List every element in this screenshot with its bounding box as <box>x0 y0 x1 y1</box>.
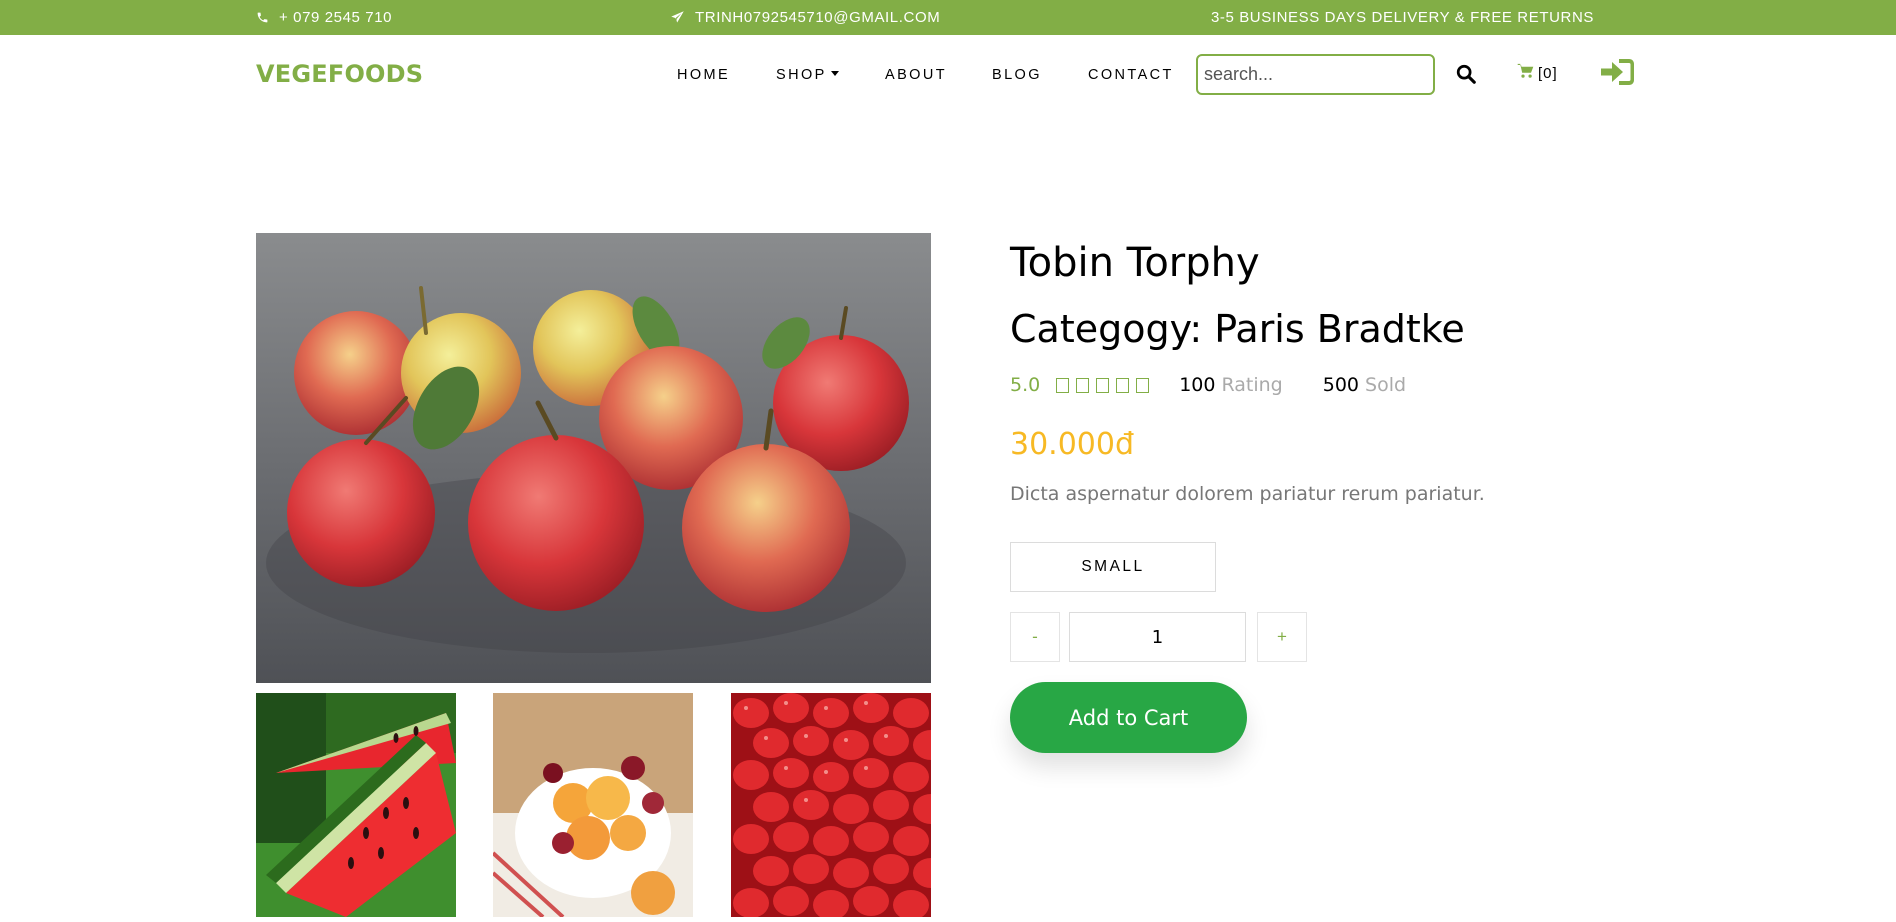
add-to-cart-button[interactable]: Add to Cart <box>1010 682 1247 753</box>
star-icon <box>1116 377 1130 393</box>
search-button[interactable] <box>1452 62 1480 90</box>
star-icon <box>1076 377 1090 393</box>
star-icon <box>1096 377 1110 393</box>
product-main-image <box>256 233 931 683</box>
paper-plane-icon <box>670 10 685 25</box>
thumbnail-watermelon[interactable] <box>256 693 456 917</box>
rating-score: 5.0 <box>1010 374 1041 396</box>
rating-count: 100 <box>1179 374 1216 396</box>
star-icon <box>1056 377 1070 393</box>
product-description: Dicta aspernatur dolorem pariatur rerum … <box>1010 483 1485 505</box>
rating-row: 5.0 100 Rating 500 Sold <box>1010 374 1406 396</box>
sold-count: 500 <box>1322 374 1360 396</box>
search-icon <box>1455 63 1477 89</box>
product-category: Categogy: Paris Bradtke <box>1010 307 1465 351</box>
nav-shop[interactable]: SHOP <box>776 67 839 83</box>
size-select[interactable]: SMALL <box>1010 542 1216 592</box>
thumbnail-strawberries[interactable] <box>731 693 931 917</box>
shipping-text: 3-5 BUSINESS DAYS DELIVERY & FREE RETURN… <box>1210 9 1594 26</box>
quantity-input[interactable] <box>1069 612 1246 662</box>
search-input[interactable] <box>1196 54 1435 95</box>
login-button[interactable] <box>1601 58 1635 90</box>
email-address: TRINH0792545710@GMAIL.COM <box>695 9 941 26</box>
topbar-phone: + 079 2545 710 <box>256 0 392 35</box>
sign-in-icon <box>1601 59 1635 90</box>
product-price: 30.000đ <box>1010 427 1135 462</box>
nav-blog[interactable]: BLOG <box>992 67 1042 83</box>
nav-home[interactable]: HOME <box>677 67 730 83</box>
brand-logo[interactable]: VEGEFOODS <box>256 60 423 88</box>
cart-count: [0] <box>1538 64 1558 82</box>
phone-icon <box>256 11 269 24</box>
sold-label: Sold <box>1365 374 1407 396</box>
star-rating <box>1056 377 1150 393</box>
caret-down-icon <box>830 71 839 77</box>
rating-label: Rating <box>1221 374 1283 396</box>
top-bar: + 079 2545 710 TRINH0792545710@GMAIL.COM… <box>0 0 1896 35</box>
nav-shop-label: SHOP <box>776 67 827 83</box>
thumbnail-peaches[interactable] <box>493 693 693 917</box>
nav-contact[interactable]: CONTACT <box>1088 67 1174 83</box>
phone-number: + 079 2545 710 <box>279 9 393 26</box>
topbar-email: TRINH0792545710@GMAIL.COM <box>670 0 940 35</box>
cart-button[interactable]: [0] <box>1517 63 1558 83</box>
cart-icon <box>1517 63 1534 83</box>
product-title: Tobin Torphy <box>1010 240 1260 286</box>
star-icon <box>1136 377 1150 393</box>
quantity-minus-button[interactable]: - <box>1010 612 1060 662</box>
quantity-plus-button[interactable]: + <box>1257 612 1307 662</box>
topbar-shipping: 3-5 BUSINESS DAYS DELIVERY & FREE RETURN… <box>1211 0 1594 35</box>
nav-about[interactable]: ABOUT <box>885 67 947 83</box>
